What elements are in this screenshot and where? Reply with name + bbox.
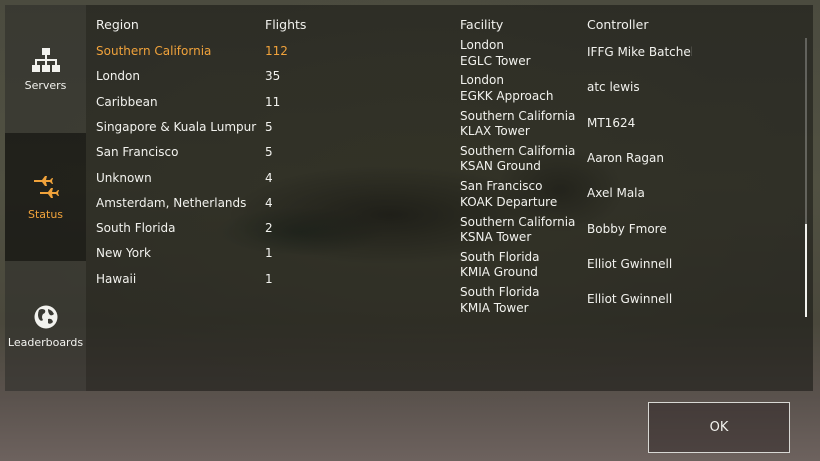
region-flight-count: 4: [265, 195, 273, 210]
servers-network-icon: [31, 47, 61, 79]
region-name[interactable]: London: [96, 69, 140, 83]
region-name[interactable]: Amsterdam, Netherlands: [96, 196, 246, 210]
facility-region: London: [460, 73, 504, 88]
region-flight-count: 4: [265, 170, 273, 185]
sidebar-item-label: Servers: [24, 78, 67, 92]
facility-cell[interactable]: Southern California KLAX Tower: [460, 109, 575, 140]
facility-column-header: Facility: [460, 17, 504, 32]
controller-column-header: Controller: [587, 17, 649, 32]
atc-scrollbar[interactable]: [805, 38, 807, 317]
region-flight-count: 5: [265, 145, 273, 160]
globe-icon: [33, 304, 59, 336]
controller-name[interactable]: Axel Mala: [587, 186, 692, 200]
facility-name: KMIA Ground: [460, 265, 538, 280]
region-flight-count: 1: [265, 271, 273, 286]
controller-name[interactable]: Elliot Gwinnell: [587, 292, 692, 306]
facility-cell[interactable]: South Florida KMIA Tower: [460, 285, 540, 316]
region-name[interactable]: Southern California: [96, 44, 211, 58]
facility-region: Southern California: [460, 143, 576, 158]
region-flight-count: 2: [265, 221, 273, 236]
facility-region: Southern California: [460, 108, 576, 123]
facility-region: London: [460, 38, 504, 52]
facility-region: Southern California: [460, 214, 576, 229]
facility-name: KSAN Ground: [460, 159, 541, 174]
facility-cell[interactable]: San Francisco KOAK Departure: [460, 179, 557, 210]
sidebar-item-status[interactable]: Status: [5, 133, 86, 261]
region-name[interactable]: Hawaii: [96, 272, 136, 286]
region-name[interactable]: Singapore & Kuala Lumpur: [96, 120, 256, 134]
region-flight-count: 112: [265, 44, 288, 58]
controller-name[interactable]: Aaron Ragan: [587, 151, 692, 165]
sidebar-item-label: Status: [27, 207, 64, 221]
region-flight-count: 11: [265, 94, 281, 109]
region-name[interactable]: New York: [96, 246, 151, 260]
controller-name[interactable]: Bobby Fmore: [587, 222, 692, 236]
region-flight-count: 1: [265, 246, 273, 261]
facility-region: San Francisco: [460, 179, 543, 194]
region-name[interactable]: Unknown: [96, 171, 152, 185]
facility-cell[interactable]: Southern California KSAN Ground: [460, 144, 575, 175]
facility-cell[interactable]: London EGKK Approach: [460, 73, 553, 104]
facility-cell[interactable]: Southern California KSNA Tower: [460, 215, 575, 246]
scrollbar-thumb[interactable]: [805, 224, 807, 317]
controller-name[interactable]: atc lewis: [587, 80, 692, 94]
facility-name: KLAX Tower: [460, 124, 530, 139]
region-column-header: Region: [96, 17, 139, 32]
region-name[interactable]: Caribbean: [96, 95, 158, 109]
facility-name: KMIA Tower: [460, 300, 529, 315]
sidebar-item-label: Leaderboards: [7, 335, 84, 349]
sidebar: Servers Status Leaderboards: [5, 5, 86, 391]
controller-name[interactable]: Elliot Gwinnell: [587, 257, 692, 271]
airplanes-icon: [32, 174, 60, 208]
facility-name: EGKK Approach: [460, 88, 554, 103]
flights-column-header: Flights: [265, 17, 307, 32]
facility-cell[interactable]: South Florida KMIA Ground: [460, 250, 540, 281]
sidebar-item-servers[interactable]: Servers: [5, 5, 86, 133]
facility-name: KOAK Departure: [460, 194, 558, 209]
controller-name[interactable]: IFFG Mike Batchelo: [587, 45, 692, 59]
facility-region: South Florida: [460, 285, 540, 300]
sidebar-item-leaderboards[interactable]: Leaderboards: [5, 261, 86, 391]
ok-button[interactable]: OK: [648, 402, 790, 453]
region-flight-count: 35: [265, 69, 281, 84]
region-name[interactable]: San Francisco: [96, 145, 178, 159]
region-flight-count: 5: [265, 119, 273, 134]
facility-cell[interactable]: London EGLC Tower: [460, 38, 531, 69]
facility-name: KSNA Tower: [460, 230, 532, 244]
region-name[interactable]: South Florida: [96, 221, 176, 235]
facility-name: EGLC Tower: [460, 53, 531, 68]
controller-name[interactable]: MT1624: [587, 116, 692, 130]
facility-region: South Florida: [460, 249, 540, 264]
